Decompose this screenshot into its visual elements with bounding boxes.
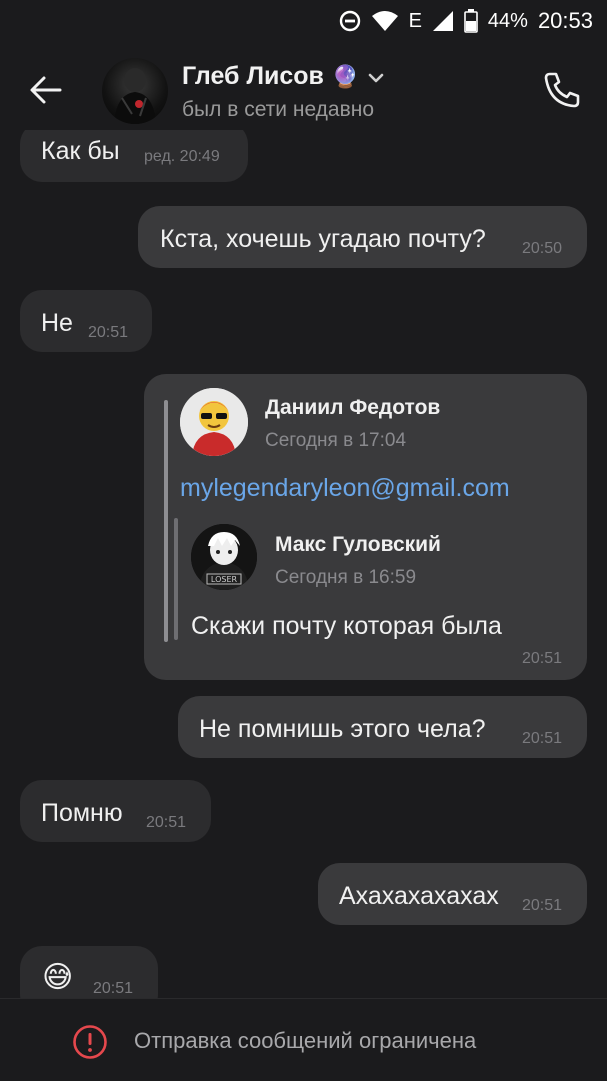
avatar[interactable] — [180, 388, 248, 456]
forwarded-message-bubble[interactable]: Даниил Федотов Сегодня в 17:04 mylegenda… — [144, 374, 587, 680]
signal-icon — [432, 10, 454, 32]
message-bubble-incoming[interactable]: Не 20:51 — [20, 290, 152, 352]
forward-date: Сегодня в 17:04 — [265, 430, 407, 451]
message-time: 20:51 — [93, 980, 134, 997]
nested-forward-date: Сегодня в 16:59 — [275, 567, 417, 588]
message-text: Кста, хочешь угадаю почту? — [160, 225, 486, 253]
status-bar: E 44% 20:53 — [0, 0, 607, 42]
phone-icon[interactable] — [540, 68, 584, 112]
arrow-left-icon[interactable] — [24, 70, 68, 110]
battery-percent: 44% — [487, 9, 528, 32]
restricted-text: Отправка сообщений ограничена — [134, 1028, 477, 1053]
svg-text:LOSER: LOSER — [211, 575, 238, 584]
message-text: Не помнишь этого чела? — [199, 715, 486, 743]
do-not-disturb-icon — [339, 10, 361, 32]
nested-forward-text: Скажи почту которая была — [191, 612, 502, 640]
messaging-restricted-bar: Отправка сообщений ограничена — [0, 998, 607, 1081]
wifi-icon — [371, 10, 399, 32]
message-list[interactable]: Как бы ред. 20:49 Кста, хочешь угадаю по… — [0, 130, 607, 998]
message-time: 20:50 — [522, 240, 563, 257]
message-bubble-outgoing[interactable]: Кста, хочешь угадаю почту? 20:50 — [138, 206, 587, 268]
exclamation-circle-icon — [72, 1024, 108, 1060]
message-text: Не — [41, 309, 73, 337]
avatar[interactable] — [102, 58, 168, 124]
nested-forward-author[interactable]: Макс Гуловский — [275, 533, 441, 557]
message-bubble-outgoing[interactable]: Ахахахахахах 20:51 — [318, 863, 587, 925]
sweat-smile-emoji: 😅 — [42, 961, 74, 994]
message-bubble-outgoing[interactable]: Не помнишь этого чела? 20:51 — [178, 696, 587, 758]
clock: 20:53 — [537, 8, 593, 33]
message-time: 20:51 — [88, 324, 129, 341]
message-bubble-incoming[interactable]: 😅 20:51 — [20, 946, 158, 998]
message-bubble-incoming[interactable]: Как бы ред. 20:49 — [20, 130, 248, 182]
contact-status: был в сети недавно — [182, 98, 375, 121]
message-text: Ахахахахахах — [339, 882, 499, 910]
message-text: Как бы — [41, 137, 120, 165]
message-time: ред. 20:49 — [144, 148, 220, 165]
nested-forward-bar — [174, 518, 178, 640]
message-text: Помню — [41, 799, 123, 827]
message-time: 20:51 — [522, 730, 563, 747]
message-time: 20:51 — [522, 650, 563, 667]
forward-author[interactable]: Даниил Федотов — [265, 396, 440, 420]
forward-bar — [164, 400, 168, 642]
message-time: 20:51 — [146, 814, 187, 831]
network-type: E — [408, 9, 422, 32]
crystal-ball-emoji: 🔮 — [331, 63, 360, 89]
avatar[interactable]: LOSER — [191, 524, 257, 590]
chevron-down-icon[interactable] — [367, 62, 385, 91]
message-time: 20:51 — [522, 897, 563, 914]
contact-name[interactable]: Глеб Лисов 🔮 — [182, 62, 385, 91]
message-bubble-incoming[interactable]: Помню 20:51 — [20, 780, 211, 842]
chat-header: Глеб Лисов 🔮 был в сети недавно — [0, 48, 607, 130]
email-link[interactable]: mylegendaryleon@gmail.com — [180, 474, 510, 503]
battery-icon — [464, 9, 478, 33]
contact-name-text: Глеб Лисов — [182, 62, 324, 90]
